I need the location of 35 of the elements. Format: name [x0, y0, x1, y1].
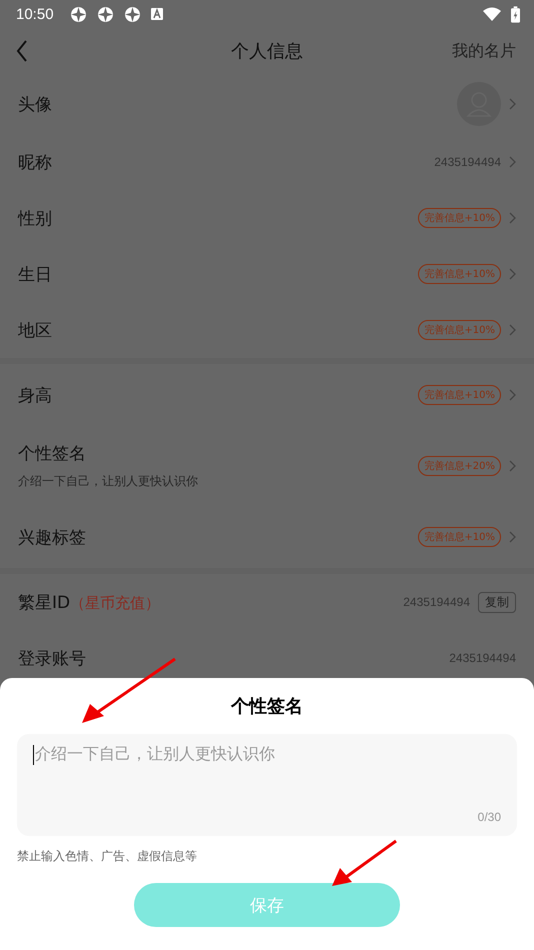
bonus-tag: 完善信息+10% — [418, 385, 501, 405]
hint-text: 禁止输入色情、广告、虚假信息等 — [17, 848, 198, 865]
bonus-tag: 完善信息+10% — [418, 264, 501, 284]
page-title: 个人信息 — [231, 40, 303, 63]
row-label: 地区 — [18, 320, 52, 342]
bonus-tag: 完善信息+10% — [418, 527, 501, 547]
sheet-title: 个性签名 — [230, 695, 304, 718]
save-button[interactable]: 保存 — [134, 883, 400, 927]
row-label: 登录账号 — [18, 648, 86, 670]
notification-icon — [96, 6, 114, 22]
row-label: 头像 — [18, 94, 52, 116]
row-label: 兴趣标签 — [18, 526, 86, 548]
notification-icon — [124, 6, 141, 22]
bonus-tag: 完善信息+20% — [418, 456, 501, 476]
notification-icon — [70, 6, 87, 22]
row-label: 个性签名 — [18, 443, 86, 465]
row-label: 繁星ID — [18, 592, 70, 614]
row-label: 生日 — [18, 264, 52, 286]
wifi-icon — [483, 7, 501, 21]
bonus-tag: 完善信息+10% — [418, 208, 501, 228]
back-icon[interactable] — [16, 40, 28, 62]
bonus-tag: 完善信息+10% — [418, 320, 501, 340]
recharge-link[interactable]: （星币充值） — [70, 594, 160, 612]
row-label: 昵称 — [18, 152, 52, 174]
battery-icon — [511, 6, 520, 22]
char-counter: 0/30 — [478, 810, 501, 824]
status-time: 10:50 — [16, 6, 54, 22]
row-label: 性别 — [18, 208, 52, 230]
keyboard-icon — [150, 8, 163, 20]
copy-button[interactable]: 复制 — [478, 592, 516, 612]
row-subtitle: 介绍一下自己，让别人更快认识你 — [18, 473, 199, 490]
my-card-link[interactable]: 我的名片 — [452, 40, 516, 62]
row-label: 身高 — [18, 384, 52, 406]
annotation-arrow — [330, 838, 400, 888]
signature-field[interactable]: 介绍一下自己，让别人更快认识你 0/30 — [17, 734, 517, 836]
